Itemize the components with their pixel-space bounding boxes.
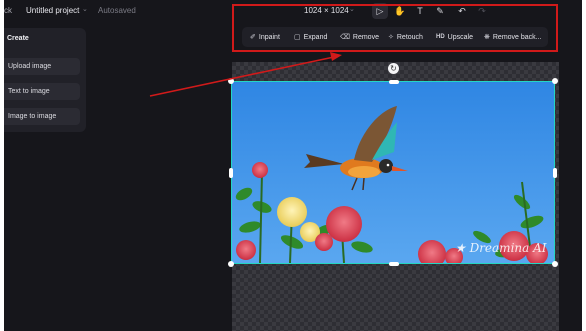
app-window: ck Untitled project ⌄ Autosaved 1024 × 1… <box>4 0 582 331</box>
annotation-arrow-icon <box>149 52 342 97</box>
